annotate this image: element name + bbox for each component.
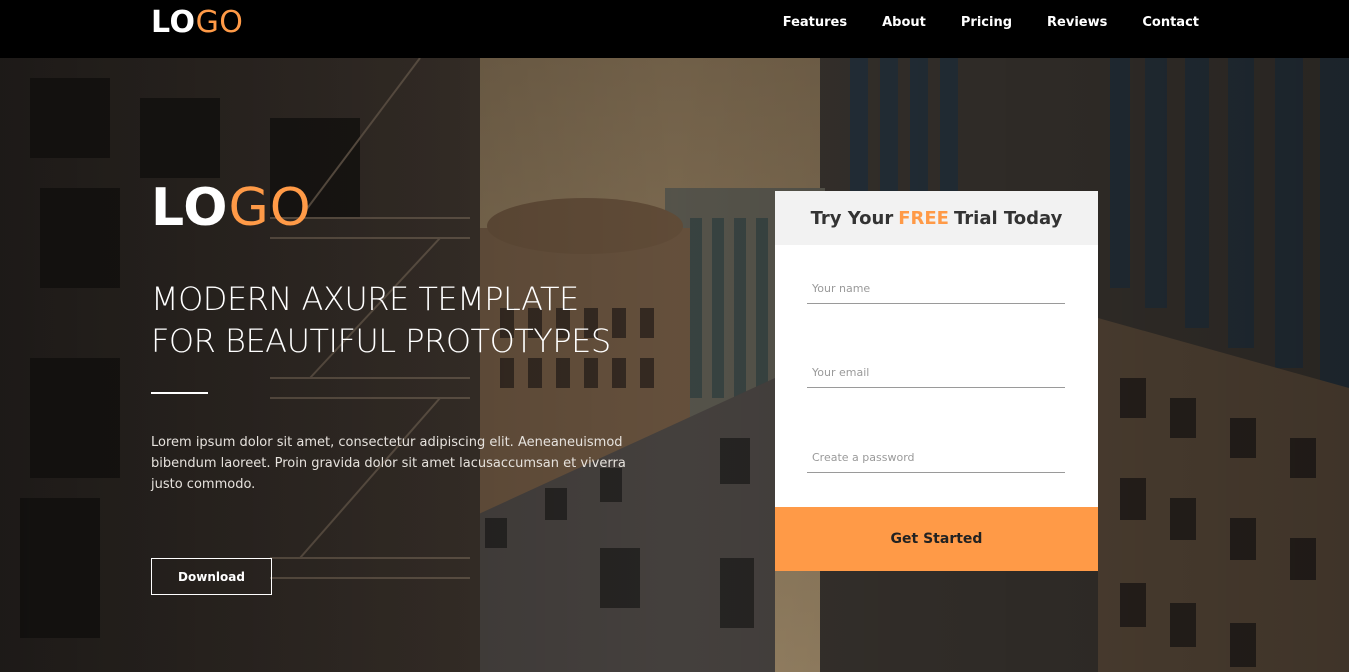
main-nav: Features About Pricing Reviews Contact xyxy=(748,0,1199,44)
header-logo-part2: GO xyxy=(195,5,244,40)
hero-title: MODERN AXURE TEMPLATE FOR BEAUTIFUL PROT… xyxy=(151,278,711,362)
nav-features[interactable]: Features xyxy=(783,15,847,30)
signup-title-free: FREE xyxy=(898,207,949,229)
nav-contact[interactable]: Contact xyxy=(1142,15,1199,30)
signup-title-after: Trial Today xyxy=(953,207,1063,229)
signup-card-title: Try Your FREE Trial Today xyxy=(775,191,1098,245)
nav-about[interactable]: About xyxy=(882,15,926,30)
hero-logo: LOGO xyxy=(151,178,312,238)
top-navbar: LOGO Features About Pricing Reviews Cont… xyxy=(0,0,1349,58)
hero-title-line2: FOR BEAUTIFUL PROTOTYPES xyxy=(151,322,611,360)
signup-title-before: Try Your xyxy=(810,207,894,229)
nav-pricing[interactable]: Pricing xyxy=(961,15,1012,30)
name-input[interactable] xyxy=(807,274,1065,304)
hero-logo-part2: GO xyxy=(228,178,312,238)
header-logo-part1: LO xyxy=(151,5,196,40)
signup-card: Try Your FREE Trial Today Get Started xyxy=(775,191,1098,571)
hero-title-line1: MODERN AXURE TEMPLATE xyxy=(151,280,579,318)
nav-reviews[interactable]: Reviews xyxy=(1047,15,1107,30)
hero-divider xyxy=(151,392,208,394)
hero-description: Lorem ipsum dolor sit amet, consectetur … xyxy=(151,435,626,492)
header-logo[interactable]: LOGO xyxy=(151,6,243,40)
get-started-button[interactable]: Get Started xyxy=(775,507,1098,571)
download-button[interactable]: Download xyxy=(151,558,272,595)
password-input[interactable] xyxy=(807,443,1065,473)
hero-logo-part1: LO xyxy=(151,178,229,238)
hero-section: LOGO MODERN AXURE TEMPLATE FOR BEAUTIFUL… xyxy=(0,58,1349,672)
email-input[interactable] xyxy=(807,358,1065,388)
